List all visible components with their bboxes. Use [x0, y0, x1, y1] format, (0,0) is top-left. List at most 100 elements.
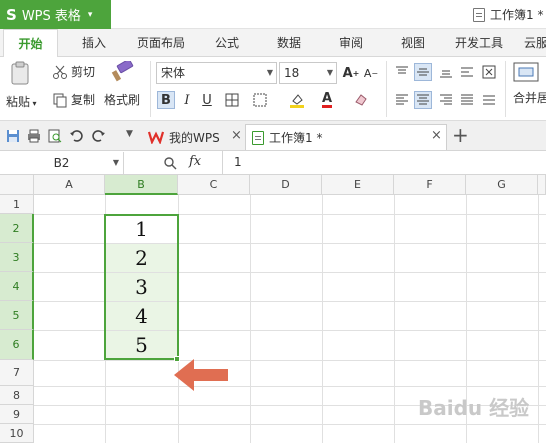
align-right-icon[interactable]: [437, 91, 455, 109]
selection-range-border: [104, 214, 179, 360]
format-painter-button[interactable]: 格式刷: [104, 61, 140, 108]
column-header-d[interactable]: D: [250, 175, 322, 195]
row-header-2[interactable]: 2: [0, 214, 34, 243]
name-box[interactable]: B2 ▼: [0, 152, 124, 174]
title-bar: S WPS 表格 ▾ 工作簿1 *: [0, 0, 546, 29]
align-bottom-icon[interactable]: [437, 63, 455, 81]
tab-insert[interactable]: 插入: [82, 29, 106, 57]
paste-icon: [11, 61, 29, 85]
close-my-wps-tab-icon[interactable]: ×: [231, 128, 242, 143]
row-header-9[interactable]: 9: [0, 405, 34, 424]
doctab-workbook1-label: 工作簿1 *: [269, 131, 323, 145]
ribbon-separator: [150, 61, 151, 117]
wps-logo: S: [6, 5, 17, 24]
column-header-a[interactable]: A: [34, 175, 105, 195]
print-preview-icon[interactable]: [48, 129, 62, 143]
align-center-icon[interactable]: [414, 91, 432, 109]
row-header-8[interactable]: 8: [0, 386, 34, 405]
app-name: WPS 表格: [21, 9, 81, 24]
orientation-icon[interactable]: [458, 63, 476, 81]
ribbon-separator-2: [386, 61, 387, 117]
name-box-value: B2: [53, 156, 70, 170]
doctab-workbook1[interactable]: 工作簿1 *: [245, 124, 447, 150]
wps-w-logo-icon: [148, 131, 164, 144]
tab-developer[interactable]: 开发工具: [455, 29, 503, 57]
window-doc-title: 工作簿1 *: [490, 8, 544, 22]
redo-icon[interactable]: [92, 129, 106, 143]
cut-label: 剪切: [71, 65, 96, 79]
merge-center-label: 合并居: [513, 91, 546, 105]
tab-page-layout[interactable]: 页面布局: [137, 29, 185, 57]
copy-button[interactable]: 复制: [52, 91, 95, 108]
app-menu-button[interactable]: S WPS 表格 ▾: [0, 0, 111, 29]
row-header-7[interactable]: 7: [0, 360, 34, 386]
cut-button[interactable]: 剪切: [52, 63, 95, 80]
row-header-6[interactable]: 6: [0, 330, 34, 360]
row-header-10[interactable]: 10: [0, 424, 34, 443]
print-icon[interactable]: [27, 129, 41, 143]
align-middle-icon[interactable]: [414, 63, 432, 81]
paste-button[interactable]: 粘贴 ▾: [6, 61, 37, 110]
fill-color-icon[interactable]: [288, 91, 306, 109]
row-header-3[interactable]: 3: [0, 243, 34, 272]
column-header-c[interactable]: C: [178, 175, 250, 195]
column-header-h[interactable]: [538, 175, 546, 195]
wrap-text-icon[interactable]: [480, 63, 498, 81]
align-left-icon[interactable]: [393, 91, 411, 109]
tab-formulas[interactable]: 公式: [215, 29, 239, 57]
justify-icon[interactable]: [458, 91, 476, 109]
save-icon[interactable]: [6, 129, 20, 143]
bold-button[interactable]: B: [157, 91, 175, 109]
close-workbook-tab-icon[interactable]: ×: [431, 128, 442, 143]
column-header-g[interactable]: G: [466, 175, 538, 195]
font-size-dropdown-icon: ▼: [326, 68, 333, 77]
gridline: [34, 360, 546, 361]
font-size-select[interactable]: 18 ▼: [279, 62, 337, 84]
spreadsheet-tab-icon: [252, 130, 264, 145]
font-name-dropdown-icon: ▼: [266, 68, 273, 77]
fx-button[interactable]: fx: [189, 154, 201, 169]
quick-access-dropdown-icon[interactable]: ▼: [126, 129, 133, 139]
gridline: [34, 424, 546, 425]
copy-label: 复制: [71, 93, 96, 107]
borders-icon[interactable]: [223, 91, 241, 109]
ribbon-separator-3: [505, 61, 506, 117]
align-top-icon[interactable]: [393, 63, 411, 81]
formula-separator: [222, 151, 223, 175]
wps-window: S WPS 表格 ▾ 工作簿1 * 开始 插入 页面布局 公式 数据 审阅 视图…: [0, 0, 546, 443]
column-header-f[interactable]: F: [394, 175, 466, 195]
zoom-search-icon[interactable]: [163, 156, 177, 170]
select-all-corner[interactable]: [0, 175, 34, 195]
tab-review[interactable]: 审阅: [339, 29, 363, 57]
clear-format-icon[interactable]: [352, 91, 370, 109]
decrease-font-icon[interactable]: A −: [362, 64, 380, 82]
name-box-dropdown-icon[interactable]: ▼: [113, 152, 119, 174]
column-header-b[interactable]: B: [105, 175, 178, 195]
column-header-e[interactable]: E: [322, 175, 394, 195]
italic-button[interactable]: I: [178, 91, 196, 109]
tab-home[interactable]: 开始: [3, 29, 58, 58]
formula-input[interactable]: 1: [234, 155, 242, 169]
undo-icon[interactable]: [69, 129, 83, 143]
tab-cloud[interactable]: 云服: [524, 29, 546, 57]
font-name-select[interactable]: 宋体 ▼: [156, 62, 277, 84]
fill-pattern-icon[interactable]: [251, 91, 269, 109]
format-painter-icon: [111, 61, 134, 82]
paste-label: 粘贴: [6, 95, 31, 109]
font-name-value: 宋体: [161, 66, 186, 80]
baidu-watermark: Baidu 经验: [418, 396, 530, 420]
increase-font-icon[interactable]: A +: [342, 64, 360, 82]
row-header-1[interactable]: 1: [0, 195, 34, 214]
underline-button[interactable]: U: [198, 91, 216, 109]
new-tab-icon[interactable]: +: [452, 123, 469, 147]
tab-data[interactable]: 数据: [277, 29, 301, 57]
tab-view[interactable]: 视图: [401, 29, 425, 57]
doctab-my-wps[interactable]: 我的WPS: [142, 124, 245, 150]
window-title: 工作簿1 *: [473, 6, 543, 23]
row-header-4[interactable]: 4: [0, 272, 34, 301]
merge-center-button[interactable]: 合并居: [513, 61, 546, 106]
row-header-5[interactable]: 5: [0, 301, 34, 330]
distribute-icon[interactable]: [480, 91, 498, 109]
font-color-icon[interactable]: A: [318, 91, 336, 109]
app-menu-caret-icon: ▾: [87, 9, 93, 20]
